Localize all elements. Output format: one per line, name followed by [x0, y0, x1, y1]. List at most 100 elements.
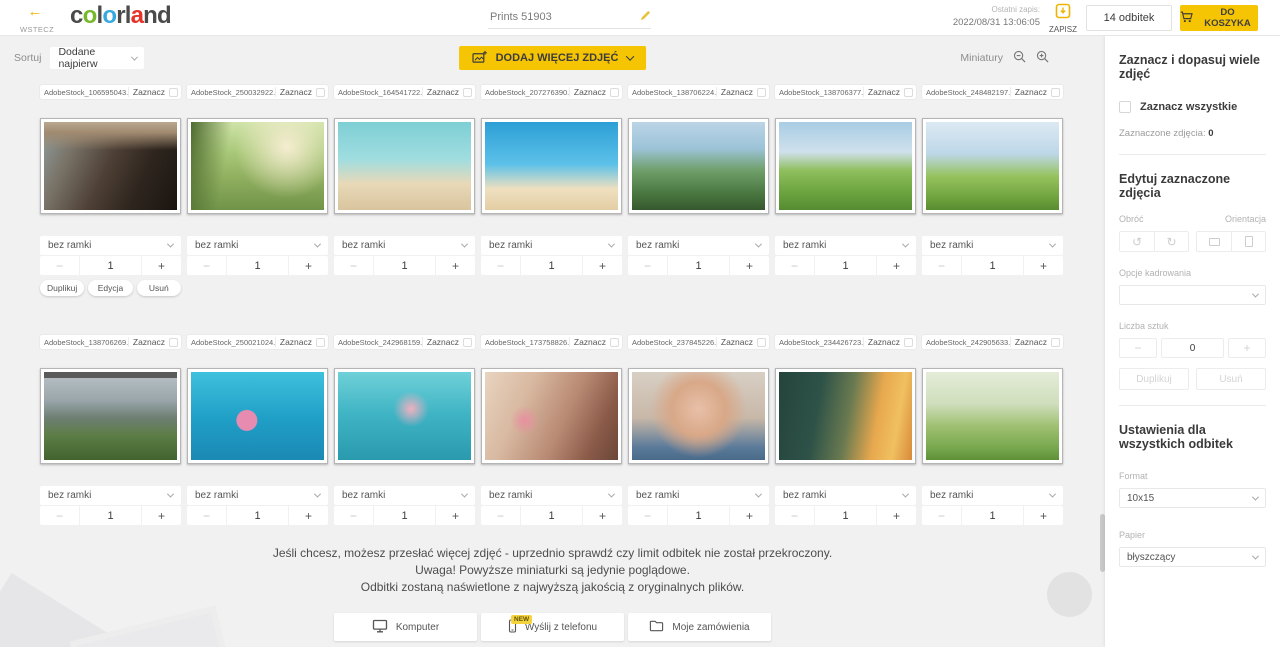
select-photo-label[interactable]: Zaznacz	[423, 87, 463, 97]
copies-plus-button[interactable]: +	[730, 256, 769, 275]
frame-option-select[interactable]: bez ramki	[775, 486, 916, 505]
add-more-photos-button[interactable]: DODAJ WIĘCEJ ZDJĘĆ	[459, 46, 647, 70]
select-photo-checkbox[interactable]	[610, 88, 619, 97]
select-photo-label[interactable]: Zaznacz	[276, 337, 316, 347]
photo-thumbnail[interactable]	[779, 122, 912, 210]
copies-minus-button[interactable]: −	[922, 256, 961, 275]
frame-option-select[interactable]: bez ramki	[922, 486, 1063, 505]
back-button[interactable]: ← WSTECZ	[20, 4, 50, 37]
orientation-landscape-button[interactable]	[1197, 232, 1231, 251]
rotate-left-button[interactable]: ↺	[1120, 232, 1154, 251]
photo-print-frame[interactable]	[775, 118, 916, 214]
select-photo-label[interactable]: Zaznacz	[717, 337, 757, 347]
rotate-right-button[interactable]: ↻	[1154, 232, 1188, 251]
photo-print-frame[interactable]	[187, 118, 328, 214]
select-all-checkbox[interactable]	[1119, 101, 1131, 113]
sort-select[interactable]: Dodane najpierw	[50, 47, 144, 69]
copies-minus-button[interactable]: −	[187, 256, 226, 275]
add-to-cart-button[interactable]: DO KOSZYKA	[1180, 5, 1258, 31]
photo-print-frame[interactable]	[40, 368, 181, 464]
copies-plus-button[interactable]: +	[877, 506, 916, 525]
quantity-plus-button[interactable]: +	[1228, 338, 1266, 358]
copies-minus-button[interactable]: −	[922, 506, 961, 525]
photo-thumbnail[interactable]	[338, 122, 471, 210]
photo-print-frame[interactable]	[628, 368, 769, 464]
select-photo-label[interactable]: Zaznacz	[1011, 337, 1051, 347]
select-photo-label[interactable]: Zaznacz	[717, 87, 757, 97]
select-photo-checkbox[interactable]	[904, 88, 913, 97]
select-photo-checkbox[interactable]	[463, 88, 472, 97]
select-photo-label[interactable]: Zaznacz	[864, 337, 904, 347]
colorland-logo[interactable]: colorland	[70, 2, 171, 30]
photo-thumbnail[interactable]	[485, 372, 618, 460]
photo-thumbnail[interactable]	[44, 372, 177, 460]
quantity-minus-button[interactable]: −	[1119, 338, 1157, 358]
frame-option-select[interactable]: bez ramki	[481, 486, 622, 505]
zoom-out-icon[interactable]	[1013, 50, 1026, 66]
photo-print-frame[interactable]	[922, 368, 1063, 464]
photo-thumbnail[interactable]	[44, 122, 177, 210]
select-photo-label[interactable]: Zaznacz	[1011, 87, 1051, 97]
orientation-portrait-button[interactable]	[1231, 232, 1265, 251]
copies-minus-button[interactable]: −	[40, 256, 79, 275]
copies-minus-button[interactable]: −	[40, 506, 79, 525]
photo-print-frame[interactable]	[334, 118, 475, 214]
copies-minus-button[interactable]: −	[628, 506, 667, 525]
copies-minus-button[interactable]: −	[775, 506, 814, 525]
zoom-in-icon[interactable]	[1036, 50, 1049, 66]
copies-plus-button[interactable]: +	[877, 256, 916, 275]
copies-minus-button[interactable]: −	[628, 256, 667, 275]
photo-print-frame[interactable]	[922, 118, 1063, 214]
copies-plus-button[interactable]: +	[730, 506, 769, 525]
save-button[interactable]: ZAPISZ	[1048, 3, 1078, 34]
copies-plus-button[interactable]: +	[583, 256, 622, 275]
format-select[interactable]: 10x15	[1119, 488, 1266, 508]
card-action-button[interactable]: Edycja	[88, 280, 132, 296]
select-photo-checkbox[interactable]	[169, 338, 178, 347]
prints-count-button[interactable]: 14 odbitek	[1086, 5, 1172, 31]
photo-print-frame[interactable]	[187, 368, 328, 464]
copies-minus-button[interactable]: −	[334, 256, 373, 275]
copies-minus-button[interactable]: −	[481, 256, 520, 275]
photo-print-frame[interactable]	[481, 118, 622, 214]
select-photo-label[interactable]: Zaznacz	[864, 87, 904, 97]
copies-plus-button[interactable]: +	[436, 506, 475, 525]
frame-option-select[interactable]: bez ramki	[187, 236, 328, 255]
select-photo-checkbox[interactable]	[463, 338, 472, 347]
select-photo-label[interactable]: Zaznacz	[129, 87, 169, 97]
card-action-button[interactable]: Usuń	[137, 280, 181, 296]
upload-from-phone-button[interactable]: NEW Wyślij z telefonu	[481, 613, 624, 641]
frame-option-select[interactable]: bez ramki	[481, 236, 622, 255]
photo-thumbnail[interactable]	[191, 122, 324, 210]
card-action-button[interactable]: Duplikuj	[40, 280, 84, 296]
frame-option-select[interactable]: bez ramki	[628, 486, 769, 505]
photo-thumbnail[interactable]	[632, 122, 765, 210]
my-orders-button[interactable]: Moje zamówienia	[628, 613, 771, 641]
select-photo-checkbox[interactable]	[316, 88, 325, 97]
select-photo-label[interactable]: Zaznacz	[129, 337, 169, 347]
select-photo-label[interactable]: Zaznacz	[276, 87, 316, 97]
copies-minus-button[interactable]: −	[775, 256, 814, 275]
photo-thumbnail[interactable]	[632, 372, 765, 460]
select-photo-checkbox[interactable]	[757, 88, 766, 97]
frame-option-select[interactable]: bez ramki	[187, 486, 328, 505]
select-photo-checkbox[interactable]	[1051, 338, 1060, 347]
frame-option-select[interactable]: bez ramki	[334, 486, 475, 505]
select-photo-checkbox[interactable]	[904, 338, 913, 347]
duplicate-selected-button[interactable]: Duplikuj	[1119, 368, 1189, 390]
photo-thumbnail[interactable]	[926, 372, 1059, 460]
select-photo-label[interactable]: Zaznacz	[570, 337, 610, 347]
select-photo-checkbox[interactable]	[1051, 88, 1060, 97]
paper-select[interactable]: błyszczący	[1119, 547, 1266, 567]
crop-options-select[interactable]	[1119, 285, 1266, 305]
frame-option-select[interactable]: bez ramki	[922, 236, 1063, 255]
copies-minus-button[interactable]: −	[481, 506, 520, 525]
upload-from-computer-button[interactable]: Komputer	[334, 613, 477, 641]
photo-print-frame[interactable]	[481, 368, 622, 464]
photo-thumbnail[interactable]	[779, 372, 912, 460]
photo-print-frame[interactable]	[628, 118, 769, 214]
select-photo-label[interactable]: Zaznacz	[570, 87, 610, 97]
frame-option-select[interactable]: bez ramki	[40, 486, 181, 505]
select-photo-checkbox[interactable]	[757, 338, 766, 347]
frame-option-select[interactable]: bez ramki	[334, 236, 475, 255]
